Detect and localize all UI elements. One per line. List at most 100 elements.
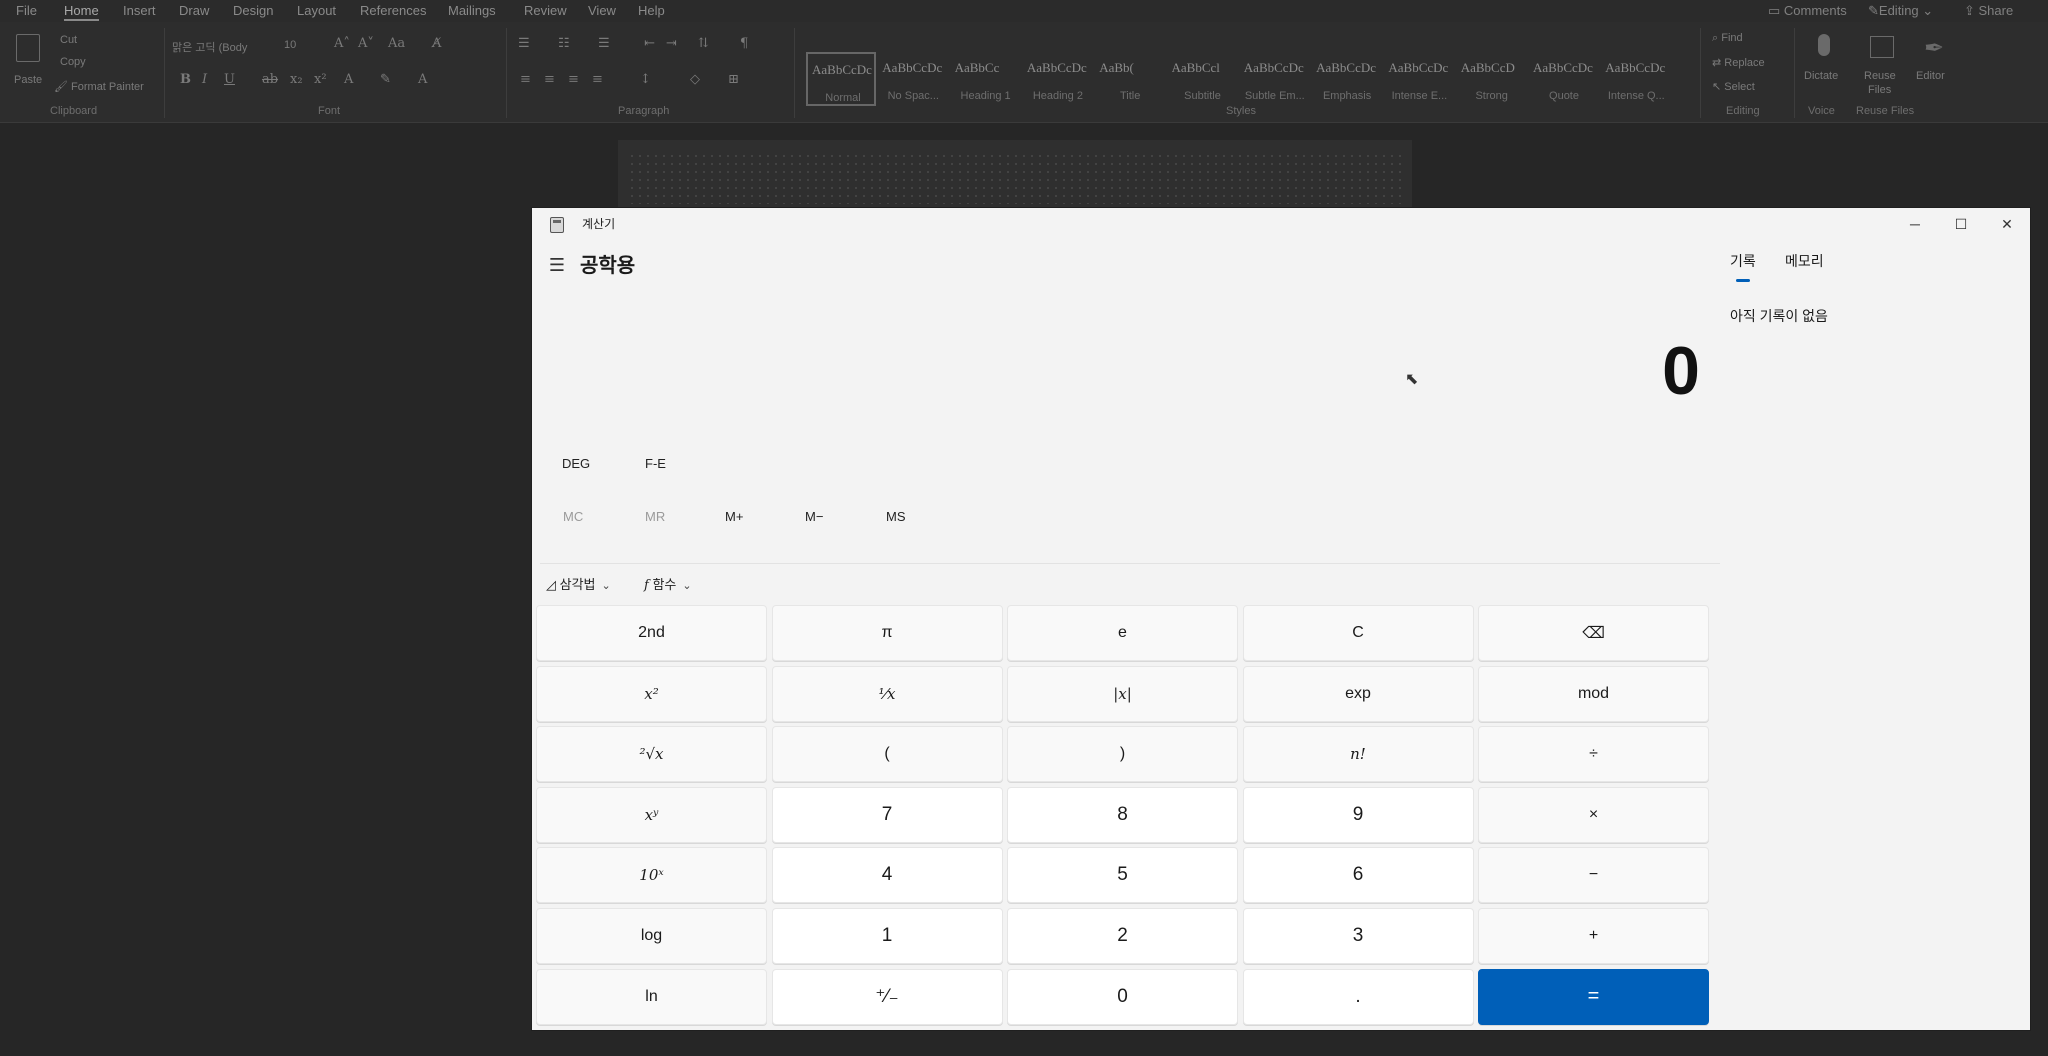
find-button[interactable]: ⌕ Find [1712, 32, 1743, 45]
justify-icon[interactable]: ≡ [592, 72, 603, 87]
close-paren-button[interactable]: ) [1007, 726, 1238, 783]
second-button[interactable]: 2nd [536, 605, 767, 661]
digit-4-button[interactable]: 4 [771, 847, 1003, 904]
grow-font-icon[interactable]: A˄ [334, 36, 350, 51]
menu-layout[interactable]: Layout [297, 3, 336, 18]
style-7[interactable]: AaBbCcDc Subtle Em... [1240, 52, 1310, 106]
align-left-icon[interactable]: ≡ [520, 72, 531, 87]
pilcrow-icon[interactable]: ¶ [740, 36, 748, 51]
format-painter-button[interactable]: 🖌 Format Painter [54, 80, 144, 93]
strikethrough-icon[interactable]: ab [262, 72, 278, 87]
memory-subtract-button[interactable]: M− [805, 509, 823, 524]
replace-button[interactable]: ⇄ Replace [1712, 56, 1765, 69]
align-right-icon[interactable]: ≡ [568, 72, 579, 87]
increase-indent-icon[interactable]: ⇥ [666, 36, 677, 51]
superscript-icon[interactable]: x² [314, 72, 327, 87]
subscript-icon[interactable]: x₂ [290, 72, 303, 87]
digit-7-button[interactable]: 7 [771, 786, 1003, 843]
memory-store-button[interactable]: MS [886, 509, 906, 524]
nav-menu-button[interactable]: ☰ [546, 254, 568, 276]
reciprocal-button[interactable]: ¹⁄x [771, 665, 1003, 722]
style-1[interactable]: AaBbCcDc Normal [806, 52, 876, 106]
numbering-icon[interactable]: ☷ [558, 36, 570, 51]
menu-view[interactable]: View [588, 3, 616, 18]
menu-help[interactable]: Help [638, 3, 665, 18]
clear-format-icon[interactable]: A̸ [432, 36, 441, 51]
equals-button[interactable]: = [1478, 968, 1709, 1025]
font-name-dropdown[interactable]: 맑은 고딕 (Body [172, 39, 247, 55]
tab-memory[interactable]: 메모리 [1785, 251, 1824, 271]
ten-power-button[interactable]: 10ˣ [536, 847, 767, 904]
borders-icon[interactable]: ⊞ [728, 72, 739, 87]
menu-home[interactable]: Home [64, 3, 99, 21]
negate-button[interactable]: ⁺⁄₋ [771, 968, 1003, 1025]
digit-0-button[interactable]: 0 [1007, 968, 1238, 1025]
copy-button[interactable]: Copy [60, 56, 86, 68]
clear-button[interactable]: C [1242, 605, 1474, 661]
sort-icon[interactable]: ⇅ [698, 36, 709, 51]
exp-button[interactable]: exp [1242, 665, 1474, 722]
line-spacing-icon[interactable]: ↕ [640, 72, 651, 87]
menu-draw[interactable]: Draw [179, 3, 209, 18]
style-8[interactable]: AaBbCcDc Emphasis [1312, 52, 1382, 106]
close-button[interactable]: ✕ [1984, 208, 2030, 240]
minus-button[interactable]: − [1478, 847, 1709, 904]
shrink-font-icon[interactable]: A˅ [358, 36, 374, 51]
digit-9-button[interactable]: 9 [1242, 786, 1474, 843]
log-button[interactable]: log [536, 908, 767, 964]
trigonometry-dropdown[interactable]: ◿ 삼각법 ⌄ [546, 574, 611, 593]
style-5[interactable]: AaBb(Title [1095, 52, 1165, 106]
digit-6-button[interactable]: 6 [1242, 847, 1474, 904]
minimize-button[interactable]: ─ [1892, 208, 1938, 240]
style-11[interactable]: AaBbCcDc Quote [1529, 52, 1599, 106]
decrease-indent-icon[interactable]: ⇤ [644, 36, 655, 51]
backspace-button[interactable]: ⌫ [1478, 605, 1709, 661]
square-button[interactable]: x² [536, 665, 767, 722]
menu-insert[interactable]: Insert [123, 3, 156, 18]
function-dropdown[interactable]: f 함수 ⌄ [644, 574, 692, 593]
plus-button[interactable]: + [1478, 908, 1709, 964]
divide-button[interactable]: ÷ [1478, 726, 1709, 783]
underline-icon[interactable]: U [224, 72, 235, 87]
multiply-button[interactable]: × [1478, 786, 1709, 843]
style-10[interactable]: AaBbCcD Strong [1457, 52, 1527, 106]
style-4[interactable]: AaBbCcDc Heading 2 [1023, 52, 1093, 106]
share-button[interactable]: ⇪ Share [1964, 3, 2013, 19]
highlight-icon[interactable]: ✎ [380, 72, 391, 87]
change-case-icon[interactable]: Aa [388, 36, 405, 51]
absolute-button[interactable]: |x| [1007, 665, 1238, 722]
bold-icon[interactable]: B [180, 72, 191, 87]
factorial-button[interactable]: n! [1242, 726, 1474, 783]
fe-button[interactable]: F-E [645, 456, 666, 471]
style-2[interactable]: AaBbCcDc No Spac... [878, 52, 948, 106]
cut-button[interactable]: Cut [60, 34, 77, 46]
reuse-files-button[interactable]: Reuse Files [1856, 26, 1906, 100]
menu-file[interactable]: File [16, 3, 37, 18]
select-button[interactable]: ↖ Select [1712, 80, 1755, 93]
euler-button[interactable]: e [1007, 605, 1238, 661]
editor-button[interactable]: ✒ Editor [1910, 26, 1960, 100]
memory-add-button[interactable]: M+ [725, 509, 743, 524]
style-9[interactable]: AaBbCcDc Intense E... [1384, 52, 1454, 106]
menu-mailings[interactable]: Mailings [448, 3, 496, 18]
style-3[interactable]: AaBbCc Heading 1 [951, 52, 1021, 106]
memory-clear-button[interactable]: MC [563, 509, 583, 524]
menu-review[interactable]: Review [524, 3, 567, 18]
pi-button[interactable]: π [771, 605, 1003, 661]
align-center-icon[interactable]: ≡ [544, 72, 555, 87]
memory-recall-button[interactable]: MR [645, 509, 665, 524]
calculator-titlebar[interactable]: 계산기 ─ ☐ ✕ [532, 208, 2030, 240]
shading-icon[interactable]: ◇ [690, 72, 700, 87]
power-button[interactable]: xʸ [536, 786, 767, 843]
text-effects-icon[interactable]: A [344, 72, 353, 87]
digit-3-button[interactable]: 3 [1242, 908, 1474, 964]
font-size-dropdown[interactable]: 10 [284, 39, 296, 51]
bullets-icon[interactable]: ☰ [518, 36, 530, 51]
menu-references[interactable]: References [360, 3, 426, 18]
open-paren-button[interactable]: ( [771, 726, 1003, 783]
tab-history[interactable]: 기록 [1730, 251, 1756, 282]
multilevel-list-icon[interactable]: ☰ [598, 36, 610, 51]
editing-mode-button[interactable]: ✎Editing ⌄ [1868, 3, 1933, 19]
sqrt-button[interactable]: ²√x [536, 726, 767, 783]
angle-mode-button[interactable]: DEG [562, 456, 590, 471]
